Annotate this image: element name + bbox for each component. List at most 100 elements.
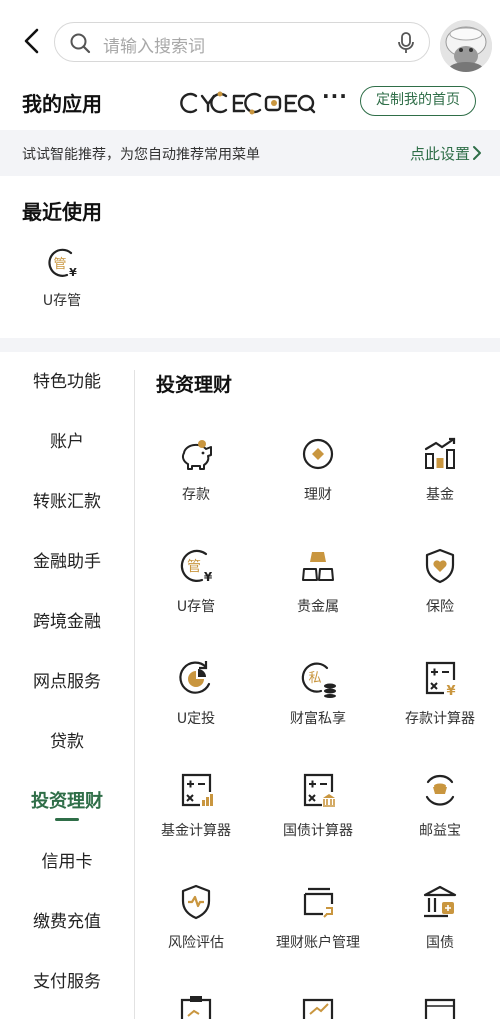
treasury-bond-icon <box>380 882 500 922</box>
section-title: 投资理财 <box>156 374 233 396</box>
chevron-right-icon[interactable] <box>472 145 482 165</box>
item-label: 国债 <box>426 935 454 951</box>
account-management-icon <box>258 882 378 922</box>
sidebar-item-label: 缴费充值 <box>33 912 101 932</box>
active-indicator <box>55 818 79 821</box>
sidebar-item-label: 投资理财 <box>31 791 103 812</box>
section-divider <box>0 338 500 352</box>
customize-home-button[interactable]: 定制我的首页 <box>360 86 476 116</box>
item-label: 邮益宝 <box>419 823 461 839</box>
sidebar-item-cross-border[interactable]: 跨境金融 <box>0 592 134 652</box>
item-u-fixed-investment[interactable]: U定投 <box>136 658 256 738</box>
private-wealth-icon: 私 <box>258 658 378 698</box>
item-private-wealth[interactable]: 私 财富私享 <box>258 658 378 738</box>
search-bar[interactable]: 请输入搜索词 <box>54 22 430 62</box>
svg-text:私: 私 <box>308 671 321 686</box>
sidebar-item-label: 转账汇款 <box>33 492 101 512</box>
svg-text:¥: ¥ <box>69 266 77 279</box>
sidebar-item-label: 账户 <box>50 432 84 452</box>
category-sidebar: 特色功能 账户 转账汇款 金融助手 跨境金融 网点服务 贷款 投资理财 信用卡 … <box>0 352 134 1019</box>
item-fund[interactable]: 基金 <box>380 434 500 514</box>
decorative-app-icons <box>180 88 316 122</box>
sidebar-item-label: 支付服务 <box>33 972 101 992</box>
recent-item-u-custody[interactable]: 管 ¥ U存管 <box>30 246 94 310</box>
my-apps-title: 我的应用 <box>22 92 102 116</box>
more-icon[interactable]: ··· <box>322 84 348 108</box>
settings-link[interactable]: 点此设置 <box>410 143 470 164</box>
svg-text:¥: ¥ <box>204 570 213 584</box>
search-icon <box>69 32 91 58</box>
item-label: 基金 <box>426 487 454 503</box>
wealth-coin-icon <box>258 434 378 474</box>
item-youyibao[interactable]: 邮益宝 <box>380 770 500 850</box>
item-label: U定投 <box>176 711 216 727</box>
u-custody-icon: 管 ¥ <box>136 546 256 586</box>
fund-chart-icon <box>380 434 500 474</box>
piggy-bank-icon <box>136 434 256 474</box>
item-label: 理财账户管理 <box>276 935 360 951</box>
u-custody-icon: 管 ¥ <box>30 246 94 280</box>
recent-item-label: U存管 <box>42 293 82 309</box>
my-apps-row: 我的应用 ··· 定制我的首页 <box>0 84 500 130</box>
sidebar-item-account[interactable]: 账户 <box>0 412 134 472</box>
sidebar-item-label: 网点服务 <box>33 672 101 692</box>
suggestion-text: 试试智能推荐，为您自动推荐常用菜单 <box>22 147 260 163</box>
item-treasury-bond[interactable]: 国债 <box>380 882 500 962</box>
sidebar-item-branch-service[interactable]: 网点服务 <box>0 652 134 712</box>
sidebar-item-finance-assistant[interactable]: 金融助手 <box>0 532 134 592</box>
sidebar-item-label: 贷款 <box>50 732 84 752</box>
insurance-shield-icon <box>380 546 500 586</box>
sidebar-divider <box>134 370 135 1019</box>
item-label: 存款计算器 <box>405 711 475 727</box>
item-label: U存管 <box>176 599 216 615</box>
risk-assessment-icon <box>136 882 256 922</box>
item-account-management[interactable]: 理财账户管理 <box>258 882 378 962</box>
deposit-calculator-icon: ¥ <box>380 658 500 698</box>
item-wealth[interactable]: 理财 <box>258 434 378 514</box>
item-label: 贵金属 <box>297 599 339 615</box>
fund-calculator-icon <box>136 770 256 810</box>
youyibao-icon <box>380 770 500 810</box>
item-label: 风险评估 <box>168 935 224 951</box>
partial-trend-icon <box>298 996 338 1019</box>
sidebar-item-bill-payment[interactable]: 缴费充值 <box>0 892 134 952</box>
header: 请输入搜索词 <box>0 0 500 84</box>
sidebar-item-label: 跨境金融 <box>33 612 101 632</box>
sidebar-item-payment-service[interactable]: 支付服务 <box>0 952 134 1012</box>
sidebar-item-investment[interactable]: 投资理财 <box>0 772 134 832</box>
svg-text:¥: ¥ <box>446 684 455 698</box>
item-insurance[interactable]: 保险 <box>380 546 500 626</box>
sidebar-item-transfer[interactable]: 转账汇款 <box>0 472 134 532</box>
item-label: 国债计算器 <box>283 823 353 839</box>
sidebar-item-credit-card[interactable]: 信用卡 <box>0 832 134 892</box>
partial-document-icon <box>420 996 460 1019</box>
item-label: 基金计算器 <box>161 823 231 839</box>
item-label: 理财 <box>304 487 332 503</box>
back-arrow-icon[interactable] <box>18 26 48 56</box>
sidebar-item-label: 特色功能 <box>33 372 101 392</box>
item-risk-assessment[interactable]: 风险评估 <box>136 882 256 962</box>
smart-recommend-bar: 试试智能推荐，为您自动推荐常用菜单 点此设置 <box>0 130 500 176</box>
sidebar-item-loan[interactable]: 贷款 <box>0 712 134 772</box>
gold-bars-icon <box>258 546 378 586</box>
svg-text:管: 管 <box>53 257 66 272</box>
item-u-custody[interactable]: 管 ¥ U存管 <box>136 546 256 626</box>
bond-calculator-icon <box>258 770 378 810</box>
sidebar-item-features[interactable]: 特色功能 <box>0 352 134 412</box>
item-fund-calculator[interactable]: 基金计算器 <box>136 770 256 850</box>
item-deposit-calculator[interactable]: ¥ 存款计算器 <box>380 658 500 738</box>
item-label: 保险 <box>426 599 454 615</box>
item-label: 财富私享 <box>290 711 346 727</box>
partial-clipboard-icon <box>176 996 216 1019</box>
svg-text:管: 管 <box>187 559 201 575</box>
microphone-icon[interactable] <box>397 31 415 59</box>
search-input[interactable]: 请输入搜索词 <box>103 32 205 57</box>
avatar[interactable] <box>440 20 492 72</box>
recent-title: 最近使用 <box>22 200 102 224</box>
item-precious-metal[interactable]: 贵金属 <box>258 546 378 626</box>
item-label: 存款 <box>182 487 210 503</box>
item-deposit[interactable]: 存款 <box>136 434 256 514</box>
item-bond-calculator[interactable]: 国债计算器 <box>258 770 378 850</box>
fixed-investment-icon <box>136 658 256 698</box>
sidebar-item-label: 金融助手 <box>33 552 101 572</box>
